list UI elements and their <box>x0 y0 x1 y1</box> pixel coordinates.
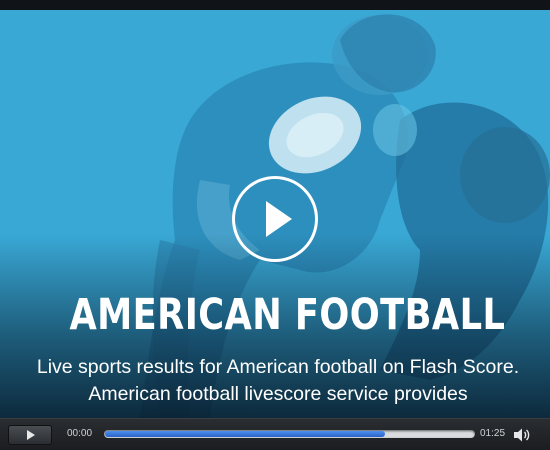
video-title: AMERICAN FOOTBALL <box>69 290 506 340</box>
video-player: AMERICAN FOOTBALL Live sports results fo… <box>0 0 550 450</box>
play-icon <box>27 430 35 440</box>
speaker-icon[interactable] <box>513 427 531 443</box>
total-time: 01:25 <box>480 428 506 439</box>
play-icon <box>266 201 292 237</box>
video-frame[interactable]: AMERICAN FOOTBALL Live sports results fo… <box>0 10 550 418</box>
play-button[interactable] <box>8 425 52 445</box>
top-bar <box>0 0 550 10</box>
current-time: 00:00 <box>67 428 93 439</box>
video-description: Live sports results for American footbal… <box>36 356 520 405</box>
progress-bar[interactable] <box>104 430 475 438</box>
control-bar: 00:00 01:25 <box>0 418 550 450</box>
progress-fill <box>105 431 386 437</box>
play-overlay-button[interactable] <box>232 176 318 262</box>
